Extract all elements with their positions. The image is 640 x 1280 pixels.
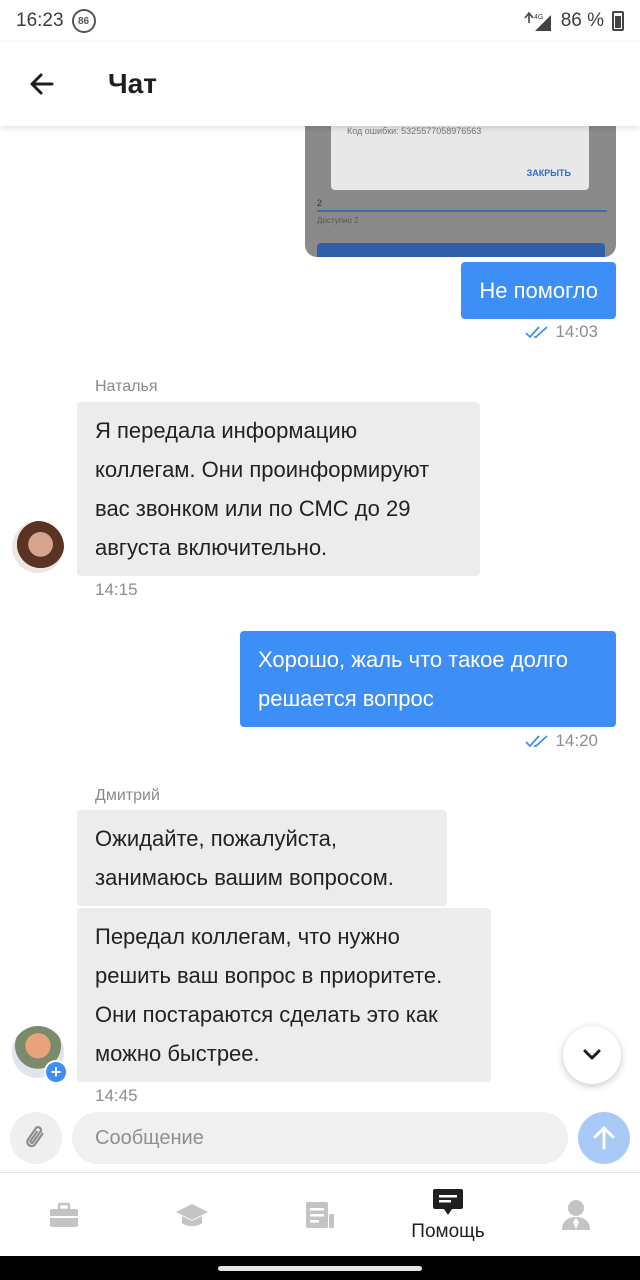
arrow-up-icon [593, 1126, 615, 1150]
message-time: 14:03 [555, 322, 598, 341]
double-check-icon [525, 326, 549, 339]
battery-percent: 86 % [560, 10, 604, 31]
scroll-down-button[interactable] [563, 1026, 621, 1084]
attach-button[interactable] [10, 1112, 62, 1164]
document-icon [306, 1201, 334, 1228]
arrow-left-icon [30, 73, 54, 95]
notification-badge: 86 [71, 9, 96, 33]
attachment-close-label: ЗАКРЫТЬ [526, 168, 571, 178]
message-bubble-outgoing[interactable]: Хорошо, жаль что такое долго решается во… [240, 631, 616, 727]
chat-header: Чат [0, 42, 640, 126]
back-button[interactable] [0, 42, 84, 126]
image-attachment[interactable]: Код ошибки: 5325577058976563 ЗАКРЫТЬ 2 Д… [305, 126, 616, 257]
chevron-down-icon [583, 1049, 601, 1060]
system-nav-bar [0, 1256, 640, 1280]
composer [0, 1110, 640, 1170]
send-button[interactable] [578, 1112, 630, 1164]
nav-item-profile[interactable] [512, 1173, 640, 1256]
sender-name: Дмитрий [95, 787, 160, 804]
paperclip-icon [26, 1126, 44, 1148]
attachment-field-line [317, 210, 607, 212]
message-time: 14:15 [95, 580, 138, 599]
message-bubble-incoming[interactable]: Я передала информацию коллегам. Они прои… [77, 402, 480, 576]
profile-icon [562, 1199, 590, 1230]
chat-icon [433, 1188, 463, 1215]
plus-icon: + [44, 1060, 68, 1084]
bottom-navigation: Помощь [0, 1172, 640, 1256]
svg-text:4G: 4G [534, 14, 543, 21]
graduation-cap-icon [176, 1203, 208, 1226]
attachment-error-text: Код ошибки: 5325577058976563 [347, 126, 482, 136]
message-bubble-incoming[interactable]: Передал коллегам, что нужно решить ваш в… [77, 908, 491, 1082]
message-list[interactable]: Код ошибки: 5325577058976563 ЗАКРЫТЬ 2 Д… [0, 126, 640, 1110]
message-meta: 14:03 [525, 322, 598, 342]
attachment-dialog: Код ошибки: 5325577058976563 ЗАКРЫТЬ [331, 126, 589, 190]
page-title: Чат [108, 68, 157, 99]
nav-item-label: Помощь [411, 1220, 485, 1242]
sender-name: Наталья [95, 378, 158, 395]
avatar[interactable] [12, 521, 64, 573]
message-bubble-outgoing[interactable]: Не помогло [461, 262, 616, 319]
message-meta: 14:20 [525, 731, 598, 751]
double-check-icon [525, 735, 549, 748]
status-time: 16:23 [16, 10, 64, 31]
nav-item-education[interactable] [128, 1173, 256, 1256]
nav-item-help[interactable]: Помощь [384, 1173, 512, 1256]
message-time: 14:45 [95, 1086, 138, 1105]
battery-icon [612, 11, 624, 31]
nav-item-documents[interactable] [256, 1173, 384, 1256]
network-signal-icon: 4G [524, 11, 551, 31]
briefcase-icon [50, 1202, 78, 1227]
status-bar: 16:23 86 4G 86 % [0, 0, 640, 42]
message-time: 14:20 [555, 731, 598, 750]
attachment-field-value: 2 [317, 198, 323, 208]
nav-item-work[interactable] [0, 1173, 128, 1256]
message-bubble-incoming[interactable]: Ожидайте, пожалуйста, занимаюсь вашим во… [77, 810, 447, 906]
home-gesture-handle[interactable] [218, 1266, 422, 1271]
attachment-field-hint: Доступно 2 [317, 216, 359, 225]
message-input[interactable] [72, 1112, 568, 1164]
attachment-button [317, 243, 605, 257]
